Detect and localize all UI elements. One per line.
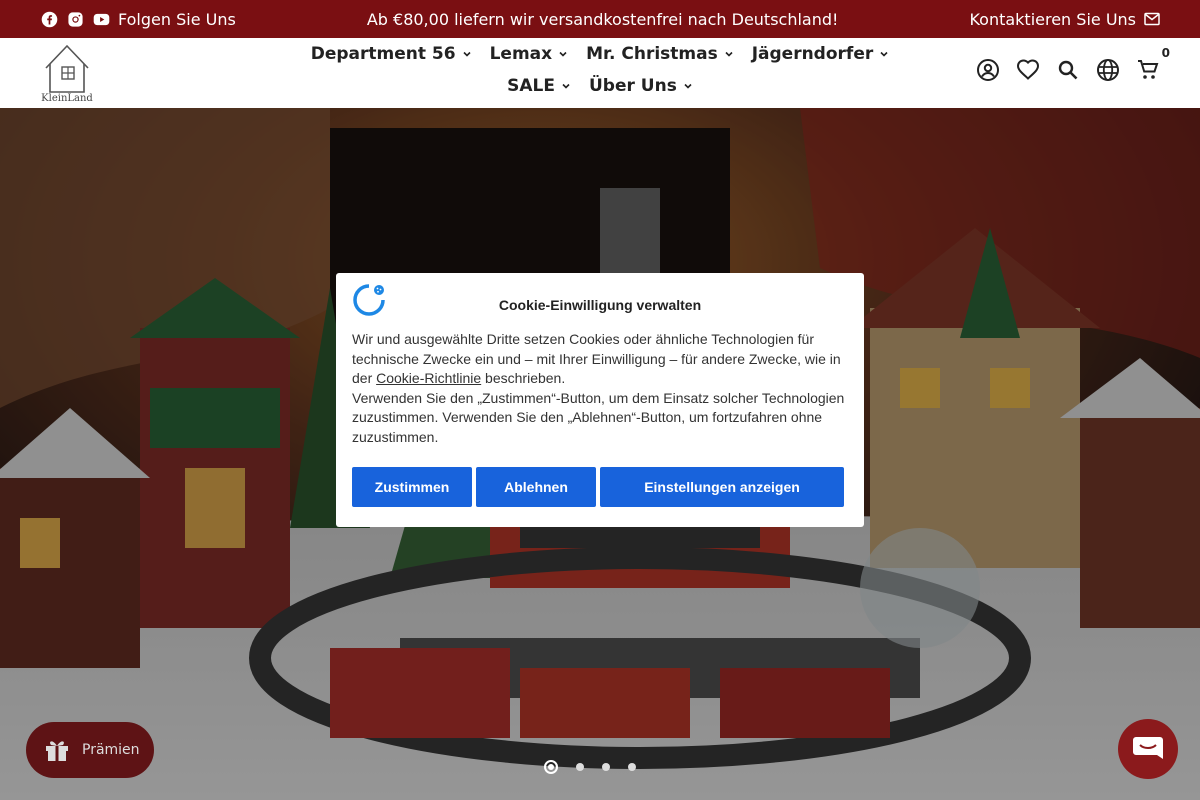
nav-item-jaegerndorfer[interactable]: Jägerndorfer [752, 44, 890, 64]
slider-pagination [544, 760, 636, 774]
cookie-policy-link[interactable]: Cookie-Richtlinie [376, 370, 481, 386]
nav-label: Über Uns [589, 76, 677, 96]
facebook-icon[interactable] [40, 10, 58, 28]
search-icon[interactable] [1056, 58, 1080, 82]
mail-icon [1144, 12, 1160, 26]
chevron-down-icon [725, 51, 733, 57]
header-actions: 0 [976, 46, 1170, 82]
accept-button[interactable]: Zustimmen [352, 467, 472, 507]
chevron-down-icon [559, 51, 567, 57]
rewards-launcher[interactable]: Prämien [26, 722, 154, 778]
social-links: Folgen Sie Uns [40, 10, 236, 29]
announcement-message: Ab €80,00 liefern wir versandkostenfrei … [366, 9, 839, 29]
site-header: KleinLand Department 56 Lemax Mr. Christ… [0, 38, 1200, 108]
account-icon[interactable] [976, 58, 1000, 82]
cookie-text-2: Verwenden Sie den „Zustimmen“-Button, um… [352, 389, 845, 445]
chevron-down-icon [880, 51, 888, 57]
show-settings-button[interactable]: Einstellungen anzeigen [600, 467, 844, 507]
nav-label: Jägerndorfer [751, 44, 874, 64]
cart-count: 0 [1161, 46, 1170, 60]
contact-link[interactable]: Kontaktieren Sie Uns [969, 10, 1160, 29]
chevron-down-icon [684, 83, 692, 89]
nav-label: SALE [507, 76, 555, 96]
nav-item-lemax[interactable]: Lemax [490, 44, 569, 64]
cookie-consent-dialog: Cookie-Einwilligung verwalten Wir und au… [336, 273, 864, 527]
slider-dot-2[interactable] [576, 763, 584, 771]
chevron-down-icon [562, 83, 570, 89]
cookie-title: Cookie-Einwilligung verwalten [498, 297, 702, 313]
reject-button[interactable]: Ablehnen [476, 467, 596, 507]
rewards-label: Prämien [82, 742, 140, 758]
announcement-bar: Folgen Sie Uns Ab €80,00 liefern wir ver… [0, 0, 1200, 38]
nav-label: Mr. Christmas [586, 44, 718, 64]
nav-label: Lemax [489, 44, 553, 64]
chevron-down-icon [463, 51, 471, 57]
nav-item-mr-christmas[interactable]: Mr. Christmas [586, 44, 734, 64]
follow-us-label: Folgen Sie Uns [118, 9, 236, 29]
slider-dot-4[interactable] [628, 763, 636, 771]
slider-dot-3[interactable] [602, 763, 610, 771]
nav-item-sale[interactable]: SALE [507, 76, 571, 96]
instagram-icon[interactable] [66, 10, 84, 28]
main-nav: Department 56 Lemax Mr. Christmas Jägern… [300, 38, 900, 102]
cookie-buttons: Zustimmen Ablehnen Einstellungen anzeige… [352, 467, 844, 507]
cookie-text: Wir und ausgewählte Dritte setzen Cookie… [352, 330, 848, 389]
cart-icon[interactable]: 0 [1136, 46, 1170, 82]
cookie-header: Cookie-Einwilligung verwalten [352, 283, 848, 327]
slider-dot-1[interactable] [544, 760, 558, 774]
nav-label: Department 56 [310, 44, 456, 64]
site-logo[interactable]: KleinLand [40, 42, 94, 104]
logo-wordmark: KleinLand [41, 93, 93, 104]
cookie-text-part-2: beschrieben. [481, 370, 566, 387]
nav-item-ueber-uns[interactable]: Über Uns [589, 76, 693, 96]
chat-button[interactable] [1118, 719, 1178, 779]
wishlist-icon[interactable] [1016, 58, 1040, 82]
gift-icon [46, 741, 68, 761]
contact-label: Kontaktieren Sie Uns [969, 9, 1136, 29]
language-icon[interactable] [1096, 58, 1120, 82]
youtube-icon[interactable] [92, 10, 110, 28]
chat-icon [1133, 737, 1163, 759]
nav-item-department-56[interactable]: Department 56 [311, 44, 472, 64]
